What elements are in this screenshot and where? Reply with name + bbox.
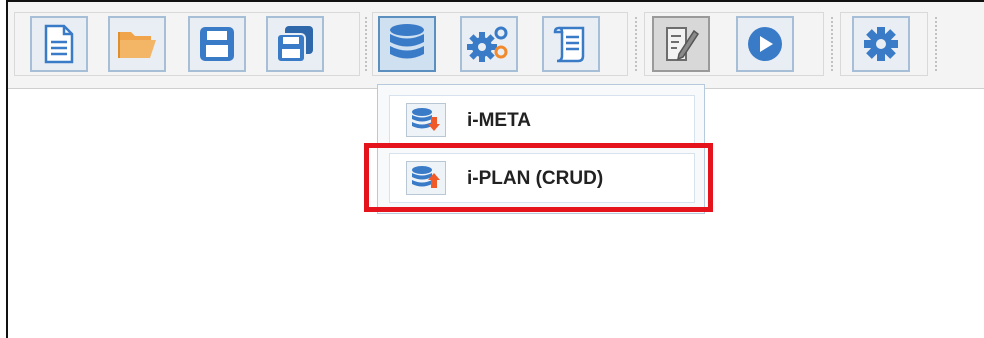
script-button[interactable] <box>542 16 600 72</box>
edit-button[interactable] <box>652 16 710 72</box>
db-import-icon <box>406 103 446 137</box>
gears-icon <box>467 24 511 64</box>
menu-item-i-meta[interactable]: i-META <box>389 95 695 145</box>
settings-button[interactable] <box>852 16 910 72</box>
toolbar-grip[interactable] <box>364 16 368 72</box>
toolbar-grip[interactable] <box>830 16 834 72</box>
database-button[interactable] <box>378 16 436 72</box>
menu-item-label: i-META <box>467 110 532 131</box>
toolbar <box>8 2 984 89</box>
open-folder-button[interactable] <box>108 16 166 72</box>
save-icon <box>198 25 236 63</box>
toolbar-grip[interactable] <box>634 16 638 72</box>
new-document-icon <box>42 24 76 64</box>
save-all-icon <box>275 24 315 64</box>
open-folder-icon <box>116 26 158 62</box>
new-document-button[interactable] <box>30 16 88 72</box>
toolbar-grip[interactable] <box>934 16 938 72</box>
save-all-button[interactable] <box>266 16 324 72</box>
settings-icon <box>861 24 901 64</box>
run-button[interactable] <box>736 16 794 72</box>
database-icon <box>387 23 427 65</box>
edit-icon <box>662 25 700 63</box>
gears-button[interactable] <box>460 16 518 72</box>
script-scroll-icon <box>551 24 591 64</box>
save-button[interactable] <box>188 16 246 72</box>
play-icon <box>745 24 785 64</box>
highlight-annotation-box <box>364 143 713 212</box>
